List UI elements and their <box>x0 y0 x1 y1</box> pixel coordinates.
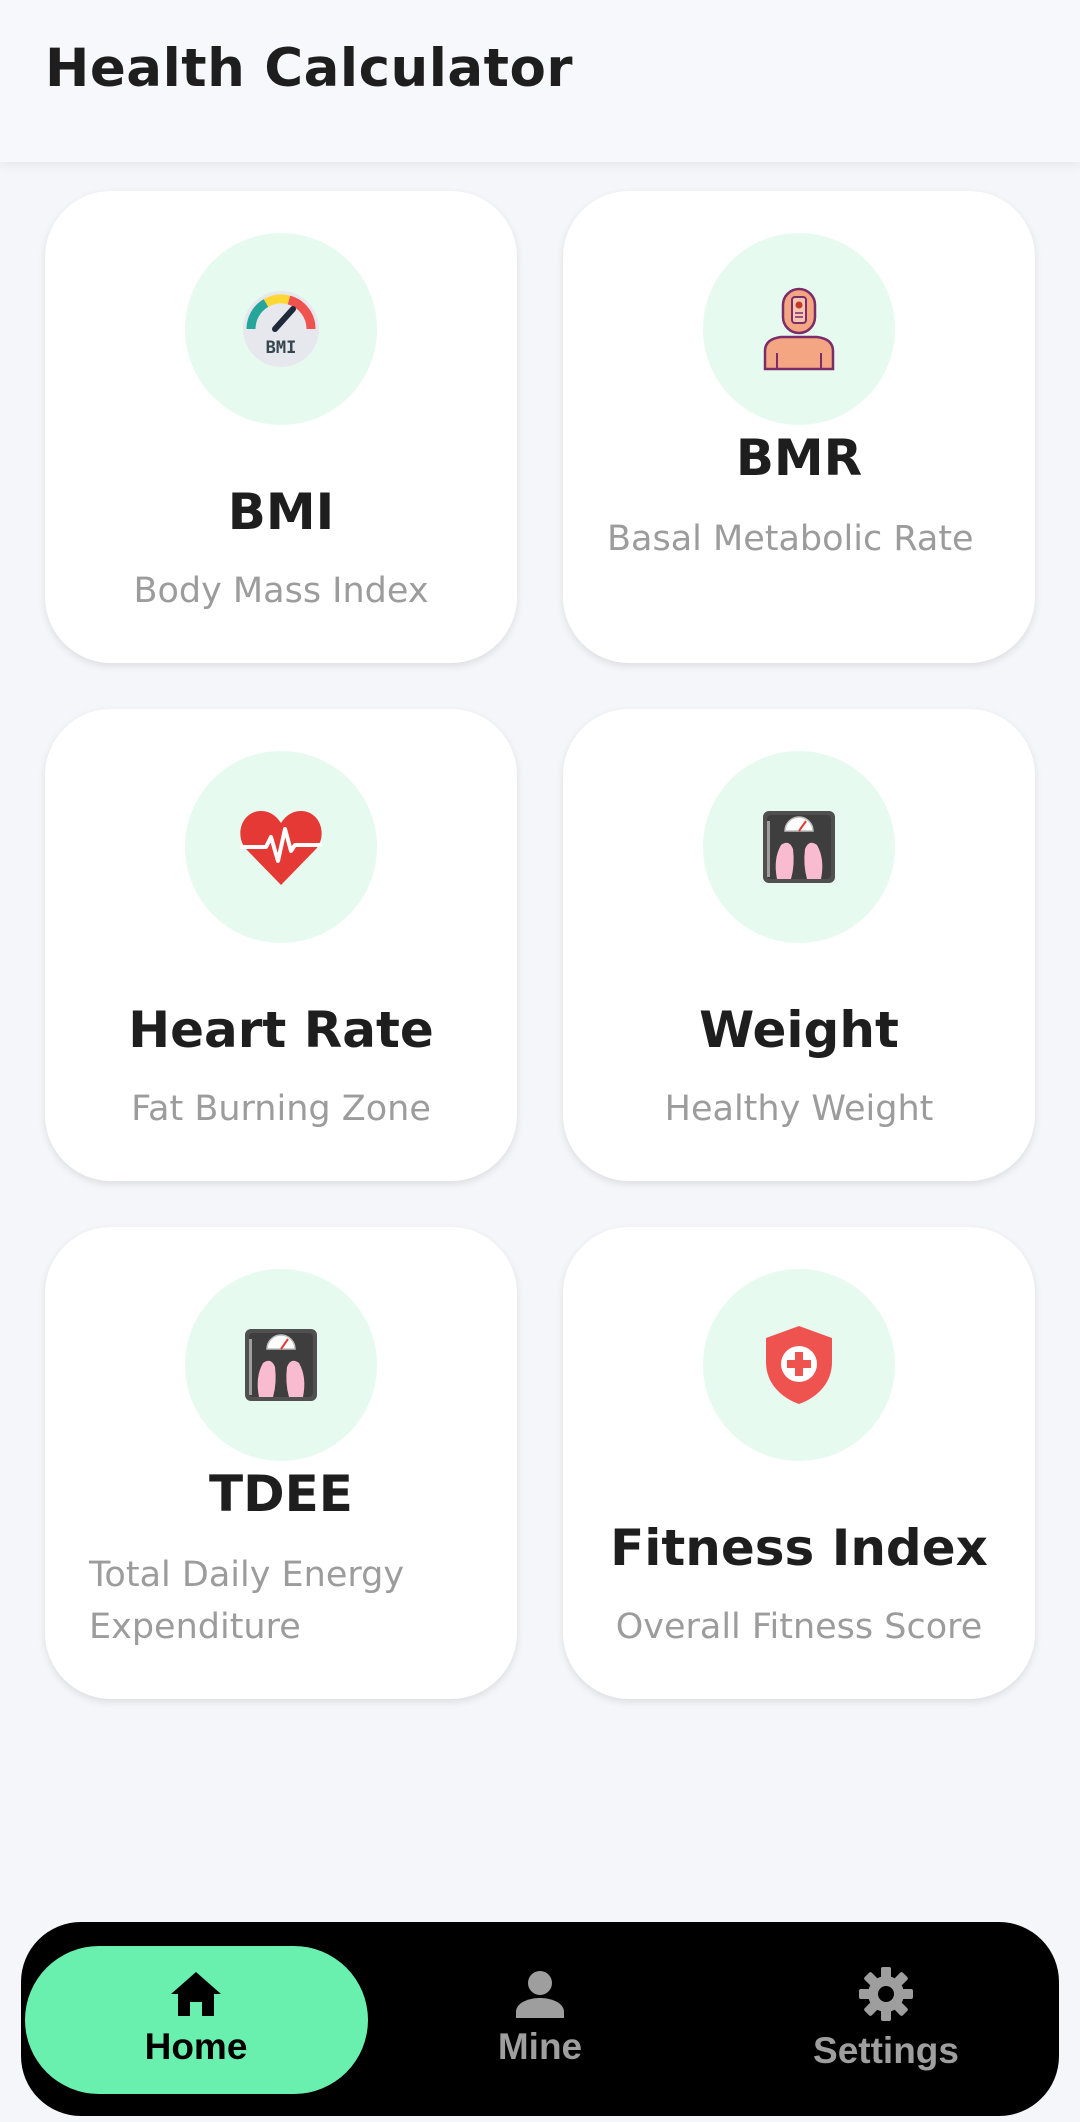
fitness-icon-circle <box>703 1269 895 1461</box>
bmi-icon-circle: BMI <box>185 233 377 425</box>
bmi-icon-text: BMI <box>266 338 297 358</box>
card-title-bmr: BMR <box>735 429 863 487</box>
shield-plus-icon <box>766 1326 832 1404</box>
card-subtitle-bmr: Basal Metabolic Rate <box>607 519 974 559</box>
page-title: Health Calculator <box>45 38 574 99</box>
heart-rate-icon-circle <box>185 751 377 943</box>
card-heart-rate[interactable]: Heart Rate Fat Burning Zone <box>45 709 517 1181</box>
card-tdee[interactable]: TDEE Total Daily Energy Expenditure <box>45 1227 517 1699</box>
card-bmi[interactable]: BMI BMI Body Mass Index <box>45 191 517 663</box>
card-title-fitness-index: Fitness Index <box>610 1519 988 1577</box>
card-fitness-index[interactable]: Fitness Index Overall Fitness Score <box>563 1227 1035 1699</box>
gear-icon <box>859 1967 913 2021</box>
nav-item-home[interactable]: Home <box>23 1922 369 2116</box>
card-weight[interactable]: Weight Healthy Weight <box>563 709 1035 1181</box>
card-title-heart-rate: Heart Rate <box>128 1001 434 1059</box>
card-subtitle-fitness-index: Overall Fitness Score <box>615 1607 983 1647</box>
home-icon <box>171 1972 221 2016</box>
nav-item-mine[interactable]: Mine <box>367 1922 713 2116</box>
card-subtitle-bmi: Body Mass Index <box>133 571 429 611</box>
body-person-icon <box>763 287 835 371</box>
card-title-tdee: TDEE <box>209 1465 353 1523</box>
nav-label-mine: Mine <box>497 2026 583 2067</box>
nav-item-settings[interactable]: Settings <box>713 1922 1059 2116</box>
card-subtitle-weight: Healthy Weight <box>664 1089 934 1129</box>
heart-pulse-icon <box>240 811 322 885</box>
tdee-icon-circle <box>185 1269 377 1461</box>
person-icon <box>516 1971 564 2018</box>
card-title-bmi: BMI <box>227 483 335 541</box>
bmi-gauge-icon: BMI <box>243 291 319 367</box>
bmr-icon-circle <box>703 233 895 425</box>
card-bmr[interactable]: BMR Basal Metabolic Rate <box>563 191 1035 663</box>
card-subtitle-tdee: Total Daily Energy Expenditure <box>89 1555 405 1647</box>
app-root: Health Calculator BMI BMI Body Mass Inde… <box>0 0 1080 2122</box>
scale-icon <box>245 1329 317 1401</box>
scale-icon <box>763 811 835 883</box>
app-header: Health Calculator <box>0 0 1080 162</box>
bottom-navigation: Home Mine Settings <box>21 1922 1059 2116</box>
weight-icon-circle <box>703 751 895 943</box>
card-subtitle-heart-rate: Fat Burning Zone <box>131 1089 431 1129</box>
nav-label-settings: Settings <box>813 2030 959 2071</box>
nav-label-home: Home <box>144 2026 248 2067</box>
card-title-weight: Weight <box>699 1001 899 1059</box>
